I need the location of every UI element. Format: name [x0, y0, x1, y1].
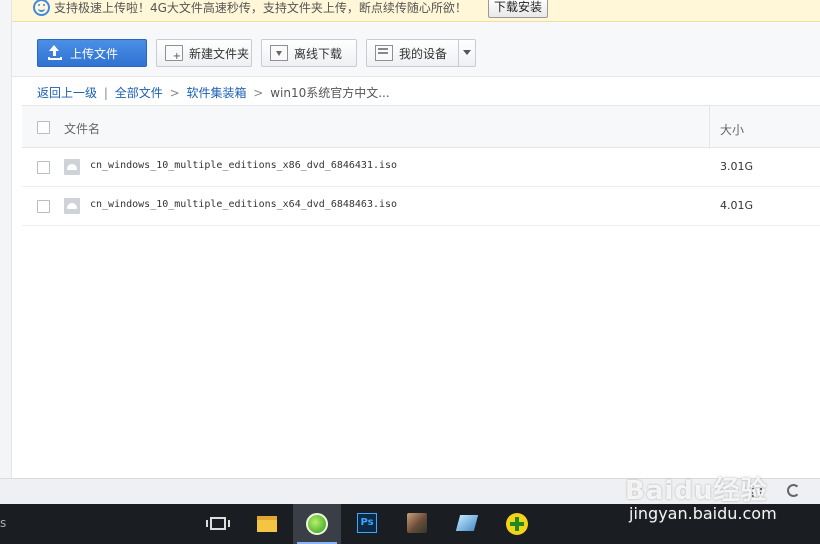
- notice-text: 支持极速上传啦！4G大文件高速秒传，支持文件夹上传，断点续传随心所欲！: [54, 1, 467, 15]
- column-header-name[interactable]: 文件名: [64, 120, 100, 137]
- folder-icon: [257, 516, 277, 532]
- table-row[interactable]: cn_windows_10_multiple_editions_x64_dvd_…: [22, 187, 820, 226]
- new-folder-button[interactable]: 新建文件夹: [156, 39, 252, 67]
- chevron-down-icon[interactable]: [458, 40, 475, 66]
- offline-download-label: 离线下载: [294, 46, 343, 61]
- upload-file-label: 上传文件: [70, 46, 119, 61]
- left-sidebar-strip: [0, 0, 12, 478]
- task-view-button[interactable]: [194, 504, 242, 544]
- photo-app-button[interactable]: [393, 504, 441, 544]
- breadcrumb-separator: >: [169, 86, 180, 100]
- browser-button[interactable]: [293, 504, 341, 544]
- column-divider: [709, 106, 710, 149]
- my-devices-label: 我的设备: [399, 46, 448, 61]
- watermark: Baidu经验 jingyan.baidu.com: [625, 470, 815, 530]
- breadcrumb-back-link[interactable]: 返回上一级: [37, 86, 97, 100]
- file-name[interactable]: cn_windows_10_multiple_editions_x64_dvd_…: [90, 199, 397, 210]
- row-checkbox[interactable]: [37, 200, 50, 213]
- new-folder-icon: [165, 45, 183, 62]
- task-view-icon: [206, 517, 230, 530]
- breadcrumb-separator: |: [103, 86, 108, 100]
- notice-bar: 支持极速上传啦！4G大文件高速秒传，支持文件夹上传，断点续传随心所欲！ 下载安装: [12, 0, 820, 22]
- breadcrumb-current: win10系统官方中文...: [270, 86, 390, 100]
- toolbar: 上传文件 新建文件夹 离线下载 我的设备: [12, 22, 820, 77]
- taskbar-start-fragment: s: [0, 516, 7, 530]
- tool-icon: [455, 515, 479, 531]
- watermark-logo: Baidu经验: [625, 476, 768, 506]
- plus-icon: [506, 513, 528, 535]
- download-install-button[interactable]: 下载安装: [488, 0, 549, 18]
- my-devices-button[interactable]: 我的设备: [366, 39, 476, 67]
- file-icon: [64, 159, 80, 175]
- upload-icon: [46, 45, 64, 61]
- upload-file-button[interactable]: 上传文件: [37, 39, 147, 67]
- device-icon: [375, 45, 393, 61]
- browser-icon: [306, 513, 328, 535]
- column-header-size[interactable]: 大小: [720, 121, 744, 138]
- file-size: 4.01G: [720, 199, 754, 212]
- table-row[interactable]: cn_windows_10_multiple_editions_x86_dvd_…: [22, 148, 820, 187]
- offline-download-icon: [270, 45, 288, 61]
- add-app-button[interactable]: [493, 504, 541, 544]
- file-explorer-button[interactable]: [243, 504, 291, 544]
- breadcrumb-folder-link[interactable]: 软件集装箱: [186, 86, 246, 100]
- watermark-site: jingyan.baidu.com: [629, 504, 777, 523]
- photoshop-icon: Ps: [357, 513, 377, 533]
- breadcrumb-all-files-link[interactable]: 全部文件: [115, 86, 163, 100]
- photo-icon: [407, 513, 427, 533]
- breadcrumb-separator: >: [253, 86, 264, 100]
- breadcrumb: 返回上一级 | 全部文件 > 软件集装箱 > win10系统官方中文...: [37, 84, 390, 101]
- offline-download-button[interactable]: 离线下载: [261, 39, 357, 67]
- select-all-checkbox[interactable]: [37, 121, 50, 134]
- new-folder-label: 新建文件夹: [189, 46, 250, 61]
- file-table-header: 文件名 大小: [22, 105, 820, 149]
- smile-icon: [33, 0, 50, 16]
- tool-app-button[interactable]: [443, 504, 491, 544]
- file-icon: [64, 198, 80, 214]
- photoshop-button[interactable]: Ps: [343, 504, 391, 544]
- file-name[interactable]: cn_windows_10_multiple_editions_x86_dvd_…: [90, 160, 397, 171]
- row-checkbox[interactable]: [37, 161, 50, 174]
- file-size: 3.01G: [720, 160, 754, 173]
